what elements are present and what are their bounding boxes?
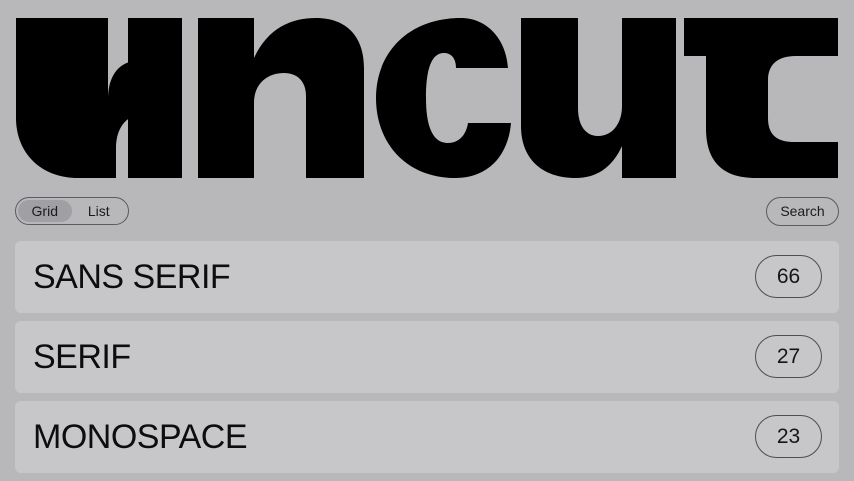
list-view-button[interactable]: List xyxy=(72,200,126,222)
category-row-monospace[interactable]: MONOSPACE 23 xyxy=(15,401,839,473)
site-logo[interactable] xyxy=(16,18,838,178)
category-count-badge: 27 xyxy=(755,335,822,378)
category-list: SANS SERIF 66 SERIF 27 MONOSPACE 23 xyxy=(15,241,839,481)
category-count-badge: 66 xyxy=(755,255,822,298)
category-name: MONOSPACE xyxy=(33,418,248,456)
grid-view-button[interactable]: Grid xyxy=(18,200,72,222)
category-name: SERIF xyxy=(33,338,131,376)
category-row-serif[interactable]: SERIF 27 xyxy=(15,321,839,393)
category-row-sans-serif[interactable]: SANS SERIF 66 xyxy=(15,241,839,313)
uncut-logo-icon xyxy=(16,18,838,178)
category-name: SANS SERIF xyxy=(33,258,231,296)
search-button[interactable]: Search xyxy=(766,197,839,226)
view-toggle: Grid List xyxy=(15,197,129,225)
category-count-badge: 23 xyxy=(755,415,822,458)
